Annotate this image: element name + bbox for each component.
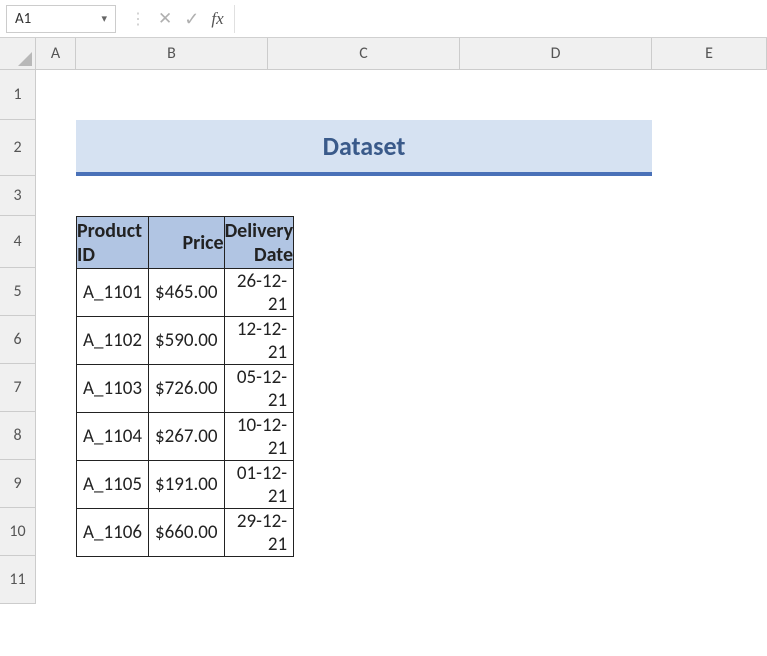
- cancel-formula-icon[interactable]: ✕: [158, 8, 172, 29]
- cell-delivery-date[interactable]: 29-12-21: [224, 509, 294, 557]
- fx-label[interactable]: fx: [211, 9, 223, 29]
- table-row: A_1104 $267.00 10-12-21: [77, 413, 294, 461]
- name-box[interactable]: A1 ▾: [6, 5, 116, 33]
- column-header-c[interactable]: C: [268, 38, 460, 70]
- row-header-6[interactable]: 6: [0, 316, 36, 364]
- cell-price[interactable]: $465.00: [148, 269, 224, 317]
- formula-bar-row: A1 ▾ ⋮ ✕ ✓ fx: [0, 0, 767, 38]
- header-delivery-date[interactable]: Delivery Date: [224, 217, 294, 269]
- table-row: A_1105 $191.00 01-12-21: [77, 461, 294, 509]
- cell-product-id[interactable]: A_1101: [77, 269, 149, 317]
- cell-price[interactable]: $660.00: [148, 509, 224, 557]
- column-header-a[interactable]: A: [36, 38, 76, 70]
- cell-delivery-date[interactable]: 01-12-21: [224, 461, 294, 509]
- row-header-4[interactable]: 4: [0, 216, 36, 268]
- chevron-down-icon[interactable]: ▾: [101, 12, 107, 25]
- table-row: A_1106 $660.00 29-12-21: [77, 509, 294, 557]
- data-table: Product ID Price Delivery Date A_1101 $4…: [76, 216, 294, 557]
- cell-price[interactable]: $726.00: [148, 365, 224, 413]
- row-header-5[interactable]: 5: [0, 268, 36, 316]
- select-all-cells-button[interactable]: [0, 38, 36, 70]
- confirm-formula-icon[interactable]: ✓: [184, 8, 199, 30]
- formula-bar-input[interactable]: [234, 5, 767, 33]
- cell-delivery-date[interactable]: 05-12-21: [224, 365, 294, 413]
- cell-price[interactable]: $191.00: [148, 461, 224, 509]
- header-product-id[interactable]: Product ID: [77, 217, 149, 269]
- cell-delivery-date[interactable]: 12-12-21: [224, 317, 294, 365]
- table-row: A_1102 $590.00 12-12-21: [77, 317, 294, 365]
- table-header-row: Product ID Price Delivery Date: [77, 217, 294, 269]
- column-header-d[interactable]: D: [460, 38, 652, 70]
- row-header-10[interactable]: 10: [0, 508, 36, 556]
- cell-product-id[interactable]: A_1103: [77, 365, 149, 413]
- row-header-1[interactable]: 1: [0, 70, 36, 120]
- separator-icon: ⋮: [130, 9, 146, 29]
- table-row: A_1101 $465.00 26-12-21: [77, 269, 294, 317]
- cell-delivery-date[interactable]: 26-12-21: [224, 269, 294, 317]
- cell-product-id[interactable]: A_1104: [77, 413, 149, 461]
- header-price[interactable]: Price: [148, 217, 224, 269]
- cell-product-id[interactable]: A_1106: [77, 509, 149, 557]
- row-header-3[interactable]: 3: [0, 176, 36, 216]
- row-header-8[interactable]: 8: [0, 412, 36, 460]
- row-headers: 1 2 3 4 5 6 7 8 9 10 11: [0, 70, 36, 604]
- column-header-b[interactable]: B: [76, 38, 268, 70]
- row-header-2[interactable]: 2: [0, 120, 36, 176]
- cell-product-id[interactable]: A_1105: [77, 461, 149, 509]
- column-header-e[interactable]: E: [652, 38, 767, 70]
- cell-delivery-date[interactable]: 10-12-21: [224, 413, 294, 461]
- row-header-11[interactable]: 11: [0, 556, 36, 604]
- spreadsheet-grid: A B C D E 1 2 3 4 5 6 7 8 9 10 11: [0, 38, 767, 656]
- column-headers: A B C D E: [36, 38, 767, 70]
- cell-product-id[interactable]: A_1102: [77, 317, 149, 365]
- name-box-value: A1: [15, 10, 31, 28]
- dataset-title[interactable]: Dataset: [76, 120, 652, 176]
- cell-price[interactable]: $590.00: [148, 317, 224, 365]
- formula-controls: ⋮ ✕ ✓ fx: [130, 8, 224, 30]
- row-header-9[interactable]: 9: [0, 460, 36, 508]
- cell-price[interactable]: $267.00: [148, 413, 224, 461]
- row-header-7[interactable]: 7: [0, 364, 36, 412]
- table-row: A_1103 $726.00 05-12-21: [77, 365, 294, 413]
